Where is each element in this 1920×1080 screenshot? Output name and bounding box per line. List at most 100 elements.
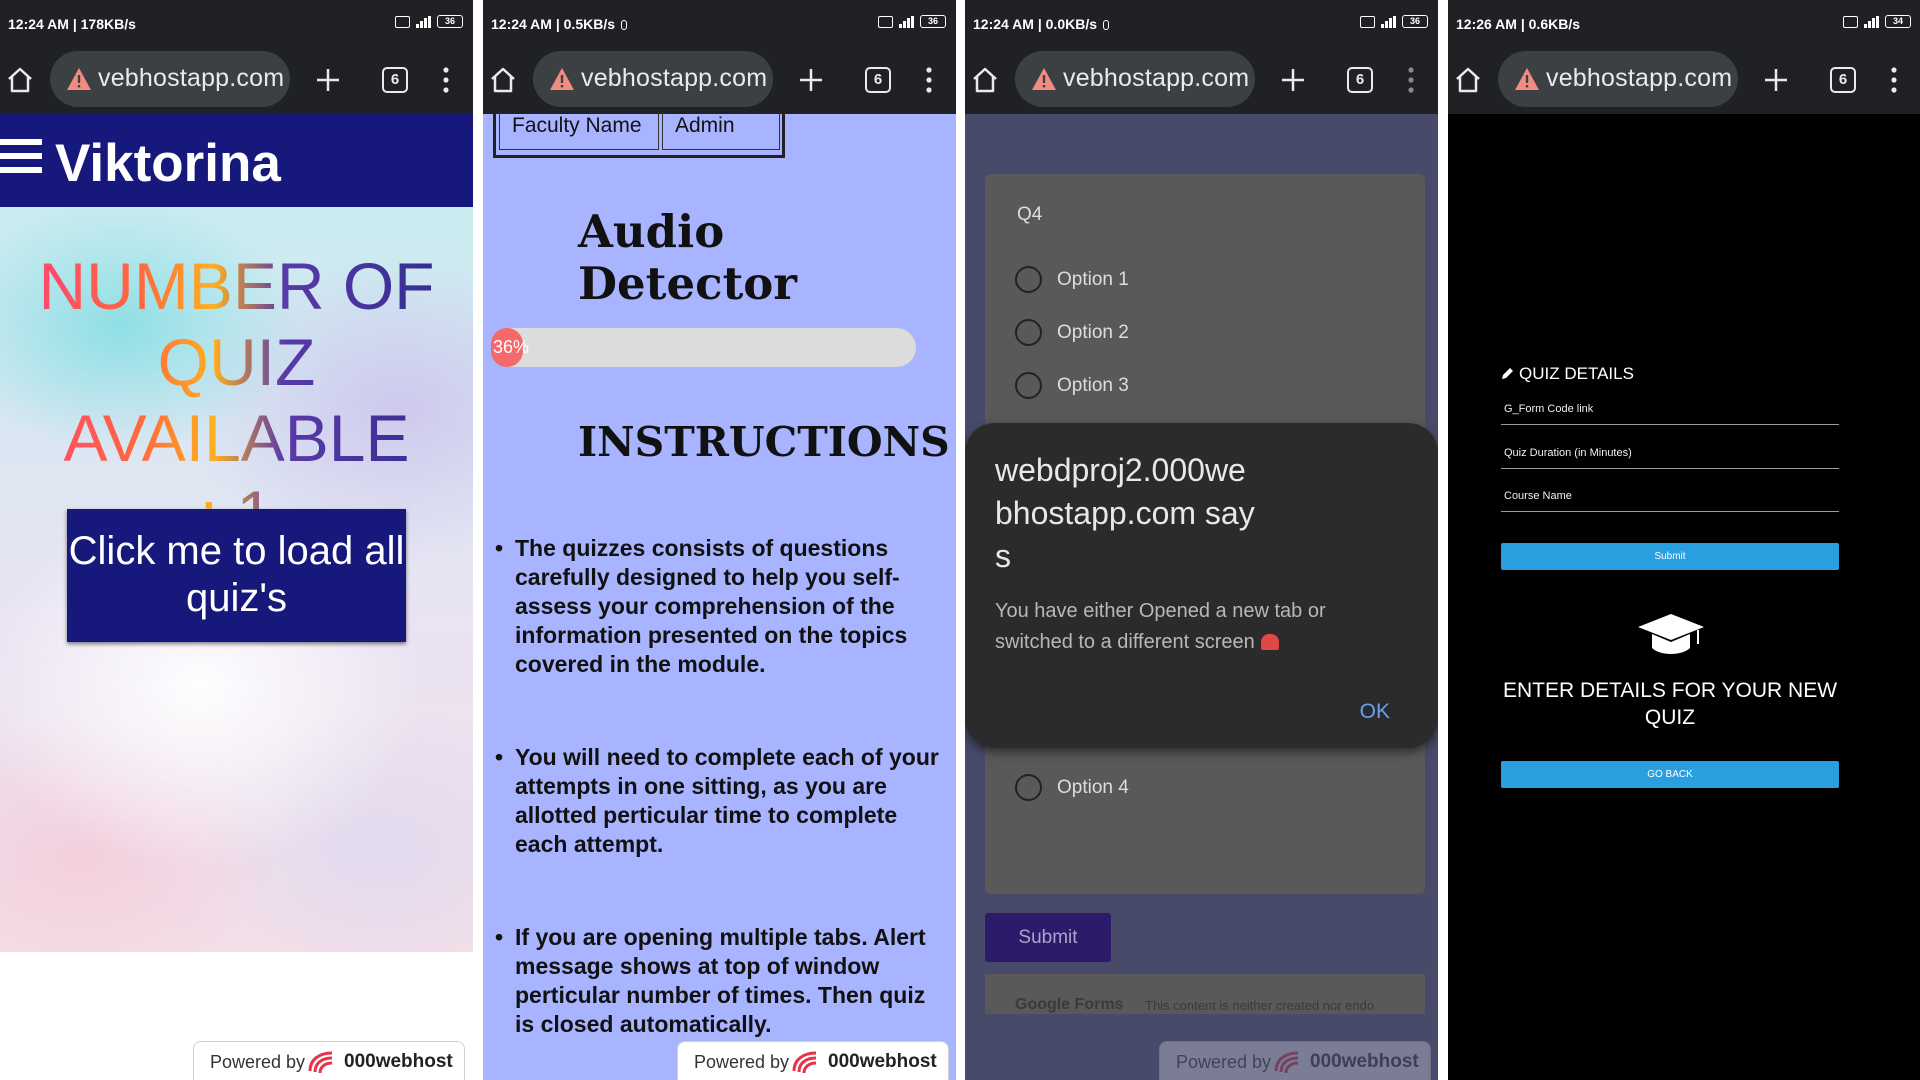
status-time: 12:24 AM | 0.5KB/s [491,16,628,32]
field-label: G_Form Code link [1504,403,1594,415]
radio-button-icon[interactable] [1015,774,1042,801]
quiz-count-line: NUMBER OF [38,249,435,323]
battery-icon: 34 [1885,15,1911,28]
enter-details-message: ENTER DETAILS FOR YOUR NEW QUIZ [1502,679,1838,729]
status-bar: 12:24 AM | 0.5KB/s 36 [483,0,956,46]
url-text: vebhostapp.com [98,64,285,92]
screen-audio-detector: 12:24 AM | 0.5KB/s 36 vebhostapp.com 6 F… [483,0,956,1080]
powered-by-badge[interactable]: Powered by 000webhost [1159,1041,1431,1080]
warning-icon [67,68,91,90]
browser-toolbar: vebhostapp.com 6 [483,46,956,114]
more-menu-icon[interactable] [926,66,932,94]
faculty-table: Faculty Name Admin [493,112,785,158]
warning-icon [550,68,574,90]
host-name: 000webhost [828,1051,937,1072]
new-tab-icon[interactable] [1280,67,1306,93]
quiz-count-line: QUIZ AVAILABLE [63,325,410,475]
list-item: You will need to complete each of your a… [493,743,948,859]
field-label: Course Name [1504,490,1572,502]
signal-strength-icon [1864,15,1879,28]
url-text: vebhostapp.com [1546,64,1733,92]
table-cell-faculty-name: Faculty Name [499,112,659,150]
quiz-count-heading: NUMBER OF QUIZ AVAILABLE : 1 [0,248,473,552]
home-icon[interactable] [489,66,517,94]
tab-switcher-icon[interactable]: 6 [1830,67,1856,93]
load-quizzes-button[interactable]: Click me to load all quiz's [67,509,406,642]
sim-card-icon [878,15,893,28]
battery-icon: 36 [437,15,463,28]
audio-detector-page: Faculty Name Admin Audio Detector 36% IN… [483,112,956,1080]
tab-switcher-icon[interactable]: 6 [382,67,408,93]
signal-strength-icon [1381,15,1396,28]
radio-button-icon[interactable] [1015,372,1042,399]
audio-level-fill: 36% [491,328,529,367]
new-tab-icon[interactable] [798,67,824,93]
gform-link-field[interactable]: G_Form Code link [1501,397,1839,425]
home-icon[interactable] [971,66,999,94]
pencil-icon [1502,368,1513,379]
browser-toolbar: vebhostapp.com 6 [1448,46,1920,114]
tab-switcher-icon[interactable]: 6 [1347,67,1373,93]
question-title: Q4 [1017,204,1043,225]
alert-message: You have either Opened a new tab or swit… [995,600,1326,653]
list-item: If you are opening multiple tabs. Alert … [493,923,948,1039]
status-time: 12:26 AM | 0.6KB/s [1456,16,1581,32]
audio-level-bar: 36% [491,328,916,367]
course-name-field[interactable]: Course Name [1501,484,1839,512]
browser-toolbar: vebhostapp.com 6 [0,46,473,114]
form-footer-text: This content is neither created nor endo [1145,998,1375,1013]
more-menu-icon[interactable] [443,66,449,94]
instructions-heading: INSTRUCTIONS [578,418,950,466]
quiz-details-page: QUIZ DETAILS G_Form Code link Quiz Durat… [1448,114,1920,1080]
browser-toolbar: vebhostapp.com 6 [965,46,1438,114]
radio-button-icon[interactable] [1015,266,1042,293]
signal-strength-icon [899,15,914,28]
mic-icon [621,20,628,30]
quiz-duration-field[interactable]: Quiz Duration (in Minutes) [1501,441,1839,469]
more-menu-icon[interactable] [1891,66,1897,94]
site-brand: Viktorina [55,134,281,193]
more-menu-icon[interactable] [1408,66,1414,94]
alert-title: webdproj2.000webhostapp.com says [995,452,1255,574]
status-bar: 12:24 AM | 178KB/s 36 [0,0,473,46]
option-label: Option 3 [1057,375,1129,396]
address-bar[interactable]: vebhostapp.com [1498,51,1738,107]
powered-by-badge[interactable]: Powered by 000webhost [193,1041,465,1080]
option-label: Option 1 [1057,269,1129,290]
url-text: vebhostapp.com [581,64,768,92]
signal-strength-icon [416,15,431,28]
form-footer: Google Forms This content is neither cre… [985,974,1425,1014]
title-line: Detector [578,257,797,310]
address-bar[interactable]: vebhostapp.com [50,51,290,107]
webhost-logo-icon [792,1051,817,1074]
status-time: 12:24 AM | 0.0KB/s [973,16,1110,32]
radio-button-icon[interactable] [1015,319,1042,346]
address-bar[interactable]: vebhostapp.com [533,51,773,107]
webhost-logo-icon [1274,1051,1299,1074]
new-tab-icon[interactable] [315,67,341,93]
home-icon[interactable] [6,66,34,94]
tab-switcher-icon[interactable]: 6 [865,67,891,93]
address-bar[interactable]: vebhostapp.com [1015,51,1255,107]
form-submit-button[interactable]: Submit [985,913,1111,962]
webhost-logo-icon [308,1051,333,1074]
alert-ok-button[interactable]: OK [1360,700,1390,724]
screen-viktorina-home: 12:24 AM | 178KB/s 36 vebhostapp.com 6 V… [0,0,473,1080]
go-back-button[interactable]: GO BACK [1501,761,1839,788]
hamburger-menu-icon[interactable] [0,139,42,181]
status-time: 12:24 AM | 178KB/s [8,16,136,32]
home-icon[interactable] [1454,66,1482,94]
powered-by-label: Powered by [210,1052,306,1072]
status-bar: 12:26 AM | 0.6KB/s 34 [1448,0,1920,46]
quiz-submit-button[interactable]: Submit [1501,543,1839,570]
new-tab-icon[interactable] [1763,67,1789,93]
site-header: Viktorina [0,114,473,207]
screen-quiz-details: 12:26 AM | 0.6KB/s 34 vebhostapp.com 6 Q… [1448,0,1920,1080]
warning-icon [1515,68,1539,90]
powered-by-badge[interactable]: Powered by 000webhost [677,1041,949,1080]
field-label: Quiz Duration (in Minutes) [1504,447,1632,459]
powered-by-label: Powered by [694,1052,790,1072]
instructions-list: The quizzes consists of questions carefu… [493,534,948,1039]
alert-dialog: webdproj2.000webhostapp.com says You hav… [965,423,1438,748]
title-line: Audio [578,205,725,258]
